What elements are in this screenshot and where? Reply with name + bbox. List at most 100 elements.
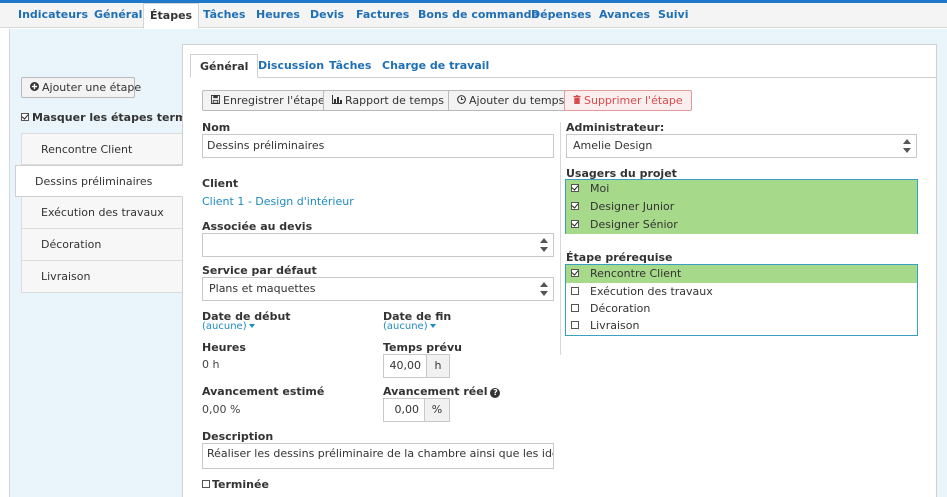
detail-tabs: Général Discussion Tâches Charge de trav… xyxy=(190,54,937,78)
checkbox-icon xyxy=(571,184,579,192)
caret-down-icon xyxy=(429,324,436,328)
end-date-picker[interactable]: (aucune) xyxy=(383,321,436,332)
time-report-label: Rapport de temps xyxy=(345,94,444,107)
time-report-button[interactable]: Rapport de temps xyxy=(323,90,453,111)
nav-item-depenses[interactable]: Dépenses xyxy=(531,3,591,28)
project-users-list: Moi Designer Junior Designer Sénior xyxy=(565,179,918,234)
checkbox-icon xyxy=(571,220,579,228)
select-arrows-icon xyxy=(903,139,912,153)
hours-label: Heures xyxy=(202,341,246,354)
admin-select[interactable]: Amelie Design xyxy=(566,134,917,158)
trash-icon xyxy=(573,91,581,110)
nav-item-bons-de-commande[interactable]: Bons de commande xyxy=(418,3,539,28)
add-time-button[interactable]: Ajouter du temps xyxy=(448,90,574,111)
prereq-option-rencontre-client[interactable]: Rencontre Client xyxy=(566,265,917,283)
prereq-option-execution[interactable]: Exécution des travaux xyxy=(566,283,917,301)
name-field[interactable]: Dessins préliminaires xyxy=(202,134,554,158)
admin-label: Administrateur: xyxy=(566,121,665,134)
user-option-designer-senior[interactable]: Designer Sénior xyxy=(566,216,917,234)
start-date-picker[interactable]: (aucune) xyxy=(202,321,255,332)
delete-step-button[interactable]: Supprimer l'étape xyxy=(564,90,692,111)
add-time-label: Ajouter du temps xyxy=(469,94,565,107)
nav-item-avances[interactable]: Avances xyxy=(599,3,650,28)
tab-charge-de-travail[interactable]: Charge de travail xyxy=(382,54,489,78)
end-date-value: (aucune) xyxy=(383,321,428,332)
select-arrows-icon xyxy=(540,238,549,252)
real-progress-label: Avancement réel xyxy=(383,385,488,398)
real-progress-unit: % xyxy=(424,398,450,422)
checkbox-icon xyxy=(571,269,579,277)
save-step-label: Enregistrer l'étape xyxy=(223,94,325,107)
nav-item-factures[interactable]: Factures xyxy=(356,3,409,28)
column-divider xyxy=(560,122,561,355)
planned-time-field[interactable]: 40,00 xyxy=(383,354,427,378)
step-item-livraison[interactable]: Livraison xyxy=(21,261,183,293)
nav-item-heures[interactable]: Heures xyxy=(256,3,300,28)
tab-general[interactable]: Général xyxy=(190,54,259,78)
prerequisite-list: Rencontre Client Exécution des travaux D… xyxy=(565,264,918,336)
prereq-option-label: Livraison xyxy=(590,319,640,332)
nav-item-taches[interactable]: Tâches xyxy=(203,3,245,28)
service-select-value: Plans et maquettes xyxy=(209,282,316,295)
planned-time-unit: h xyxy=(426,354,450,378)
checkbox-icon xyxy=(202,480,210,488)
bar-chart-icon xyxy=(332,91,342,110)
estimated-progress-value: 0,00 % xyxy=(202,403,241,416)
name-label: Nom xyxy=(202,121,231,134)
prereq-option-label: Rencontre Client xyxy=(590,267,682,280)
client-label: Client xyxy=(202,177,239,190)
quote-select[interactable] xyxy=(202,233,554,257)
delete-step-label: Supprimer l'étape xyxy=(584,94,683,107)
completed-toggle[interactable]: Terminée xyxy=(202,478,269,491)
nav-item-general[interactable]: Général xyxy=(94,3,142,28)
start-date-value: (aucune) xyxy=(202,321,247,332)
step-item-decoration[interactable]: Décoration xyxy=(21,229,183,261)
step-item-dessins-preliminaires[interactable]: Dessins préliminaires xyxy=(15,165,183,197)
hours-value: 0 h xyxy=(202,358,220,371)
prereq-option-label: Exécution des travaux xyxy=(590,285,713,298)
select-arrows-icon xyxy=(540,282,549,296)
nav-item-devis[interactable]: Devis xyxy=(310,3,344,28)
checkbox-icon xyxy=(571,304,579,312)
description-label: Description xyxy=(202,430,274,443)
prerequisite-label: Étape prérequise xyxy=(566,251,673,264)
add-step-label: Ajouter une étape xyxy=(42,81,142,94)
prereq-option-label: Décoration xyxy=(590,302,651,315)
user-option-moi[interactable]: Moi xyxy=(566,180,917,198)
prereq-option-decoration[interactable]: Décoration xyxy=(566,300,917,318)
plus-circle-icon xyxy=(30,78,39,97)
tab-discussion[interactable]: Discussion xyxy=(258,54,324,78)
checkbox-icon xyxy=(571,321,579,329)
prereq-option-livraison[interactable]: Livraison xyxy=(566,317,917,335)
estimated-progress-label: Avancement estimé xyxy=(202,385,325,398)
checkbox-icon xyxy=(21,113,29,121)
planned-time-label: Temps prévu xyxy=(383,341,462,354)
nav-item-indicateurs[interactable]: Indicateurs xyxy=(18,3,88,28)
user-option-label: Designer Sénior xyxy=(590,218,678,231)
tab-taches[interactable]: Tâches xyxy=(329,54,371,78)
nav-item-etapes[interactable]: Étapes xyxy=(143,3,200,29)
step-item-rencontre-client[interactable]: Rencontre Client xyxy=(21,133,183,165)
help-icon[interactable]: ? xyxy=(490,388,501,398)
user-option-label: Designer Junior xyxy=(590,200,675,213)
step-item-execution[interactable]: Exécution des travaux xyxy=(21,197,183,229)
admin-select-value: Amelie Design xyxy=(573,139,653,152)
caret-down-icon xyxy=(248,324,255,328)
client-link[interactable]: Client 1 - Design d'intérieur xyxy=(202,195,354,208)
add-step-button[interactable]: Ajouter une étape xyxy=(21,77,141,98)
service-label: Service par défaut xyxy=(202,264,317,277)
save-icon xyxy=(211,91,220,110)
nav-item-suivi[interactable]: Suivi xyxy=(658,3,688,28)
real-progress-label-wrap: Avancement réel? xyxy=(383,385,501,398)
completed-label: Terminée xyxy=(212,478,269,491)
user-option-label: Moi xyxy=(590,182,610,195)
description-field[interactable]: Réaliser les dessins préliminaire de la … xyxy=(202,443,554,469)
quote-label: Associée au devis xyxy=(202,220,313,233)
checkbox-icon xyxy=(571,202,579,210)
save-step-button[interactable]: Enregistrer l'étape xyxy=(202,90,334,111)
clock-icon xyxy=(457,91,466,110)
service-select[interactable]: Plans et maquettes xyxy=(202,277,554,301)
user-option-designer-junior[interactable]: Designer Junior xyxy=(566,198,917,216)
main-nav: Indicateurs Général Étapes Tâches Heures… xyxy=(0,3,947,29)
real-progress-field[interactable]: 0,00 xyxy=(383,398,425,422)
